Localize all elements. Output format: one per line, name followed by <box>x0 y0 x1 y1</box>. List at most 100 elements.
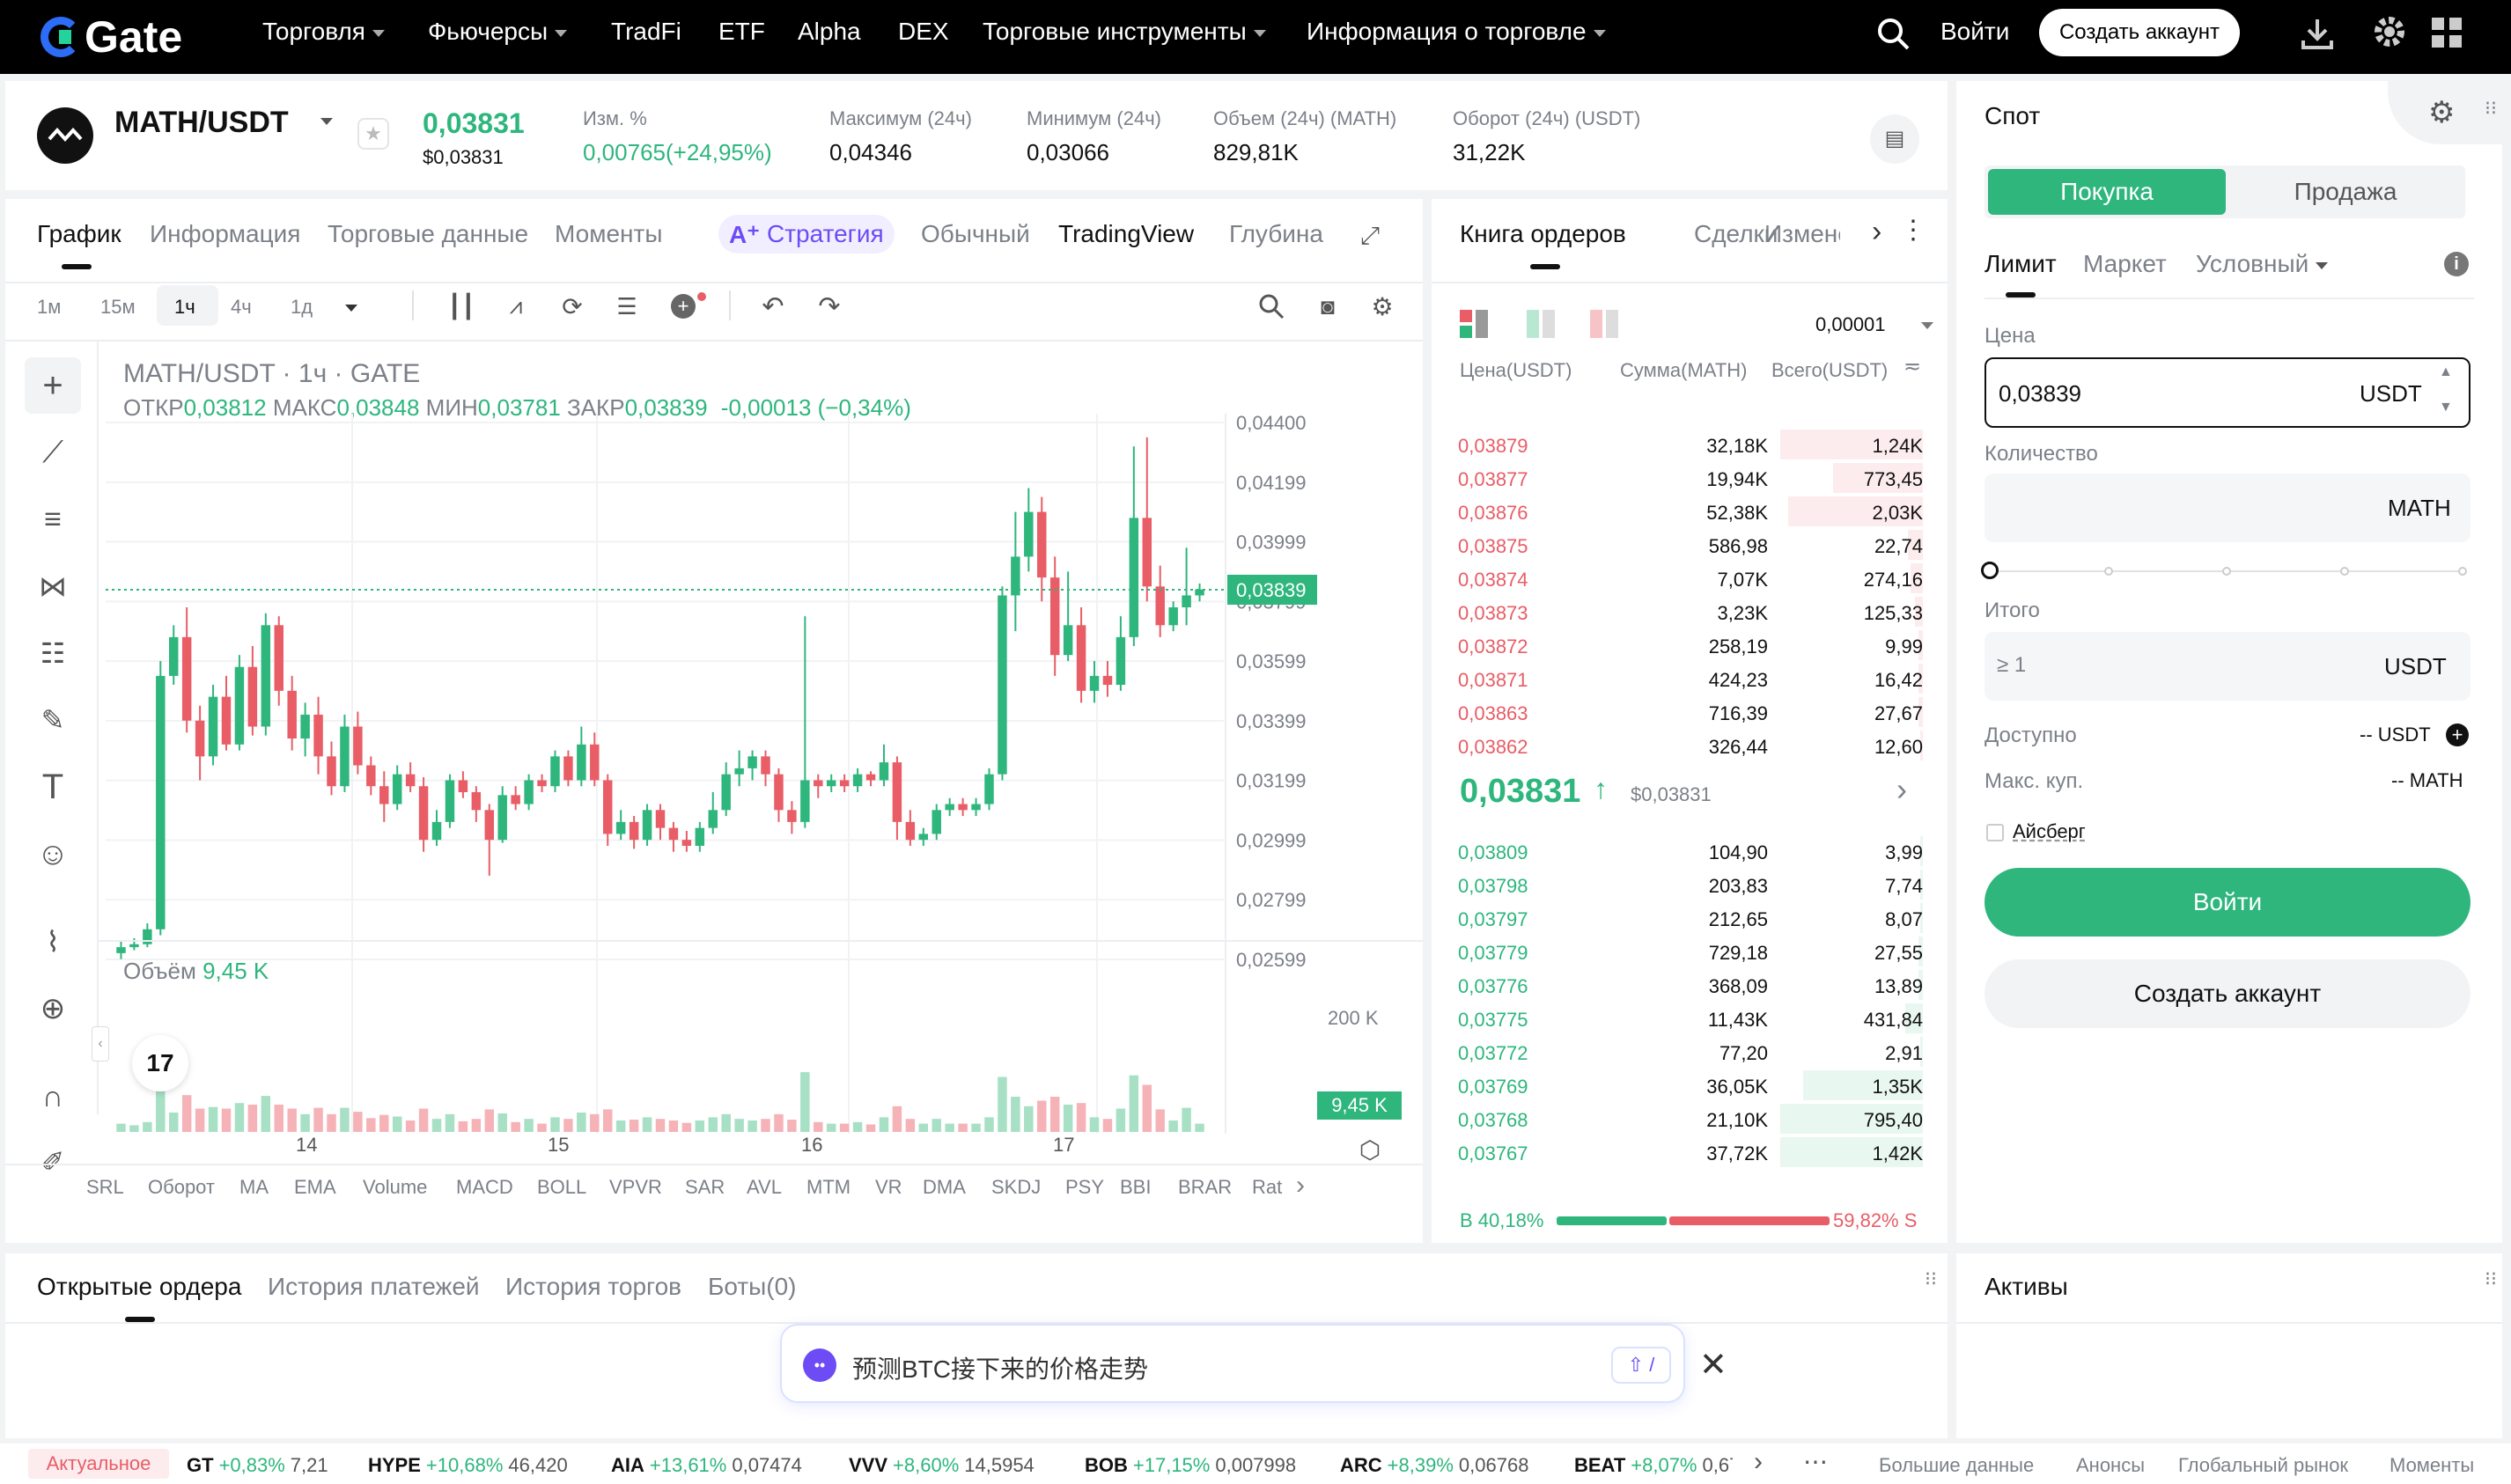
tab-trade-history[interactable]: История торгов <box>505 1273 681 1301</box>
tab-moments[interactable]: Моменты <box>555 220 662 248</box>
nav-tools[interactable]: Торговые инструменты <box>983 18 1266 46</box>
price-input[interactable]: 0,03839 USDT ▲ ▼ <box>1984 357 2470 428</box>
tab-info[interactable]: Информация <box>150 220 300 248</box>
indicator-macd[interactable]: MACD <box>456 1176 513 1199</box>
indicators-icon[interactable]: ⩘ <box>500 290 532 322</box>
slider-stop[interactable] <box>2104 567 2113 576</box>
slider-stop[interactable] <box>2222 567 2231 576</box>
footer-coin[interactable]: ARC +8,39% 0,06768 <box>1340 1454 1528 1477</box>
bid-row[interactable]: 0,03809 104,90 3,99 <box>1458 834 1923 868</box>
bid-row[interactable]: 0,03798 203,83 7,74 <box>1458 868 1923 901</box>
ask-row[interactable]: 0,03874 7,07K 274,16 <box>1458 562 1923 595</box>
pattern-icon[interactable]: ⋈ <box>32 565 74 607</box>
settings-icon[interactable]: ⚙ <box>1366 290 1398 322</box>
indicator-оборот[interactable]: Оборот <box>148 1176 215 1199</box>
bid-row[interactable]: 0,03779 729,18 27,55 <box>1458 935 1923 968</box>
indicator-dma[interactable]: DMA <box>923 1176 966 1199</box>
tab-open-orders[interactable]: Открытые ордера <box>37 1273 241 1301</box>
indicator-rat[interactable]: Rat <box>1252 1176 1287 1199</box>
strategy-button[interactable]: A⁺ Стратегия <box>718 215 895 253</box>
bid-row[interactable]: 0,03775 11,43K 431,84 <box>1458 1002 1923 1035</box>
ask-row[interactable]: 0,03862 326,44 12,60 <box>1458 729 1923 762</box>
drag-handle-icon[interactable]: ⁝⁝ <box>2485 97 2497 120</box>
bid-row[interactable]: 0,03769 36,05K 1,35K <box>1458 1069 1923 1102</box>
close-icon[interactable]: ✕ <box>1699 1345 1727 1385</box>
tab-trade-data[interactable]: Торговые данные <box>328 220 528 248</box>
emoji-icon[interactable]: ☺ <box>32 833 74 875</box>
precision-select[interactable]: 0,00001 <box>1815 313 1886 336</box>
indicator-sar[interactable]: SAR <box>685 1176 725 1199</box>
footer-coin[interactable]: AIA +13,61% 0,07474 <box>611 1454 802 1477</box>
bid-row[interactable]: 0,03772 77,20 2,91 <box>1458 1035 1923 1069</box>
book-icon[interactable]: ▤ <box>1870 114 1919 164</box>
tab-bots[interactable]: Боты(0) <box>708 1273 797 1301</box>
more-vertical-icon[interactable]: ⋮ <box>1900 215 1926 246</box>
chevron-right-icon[interactable]: › <box>1896 771 1907 808</box>
star-favorite-icon[interactable]: ★ <box>357 118 389 150</box>
interval-1h[interactable]: 1ч <box>174 296 195 319</box>
ask-row[interactable]: 0,03877 19,94K 773,45 <box>1458 461 1923 495</box>
pair-dropdown-icon[interactable] <box>320 118 333 125</box>
info-icon[interactable]: i <box>2444 252 2469 276</box>
indicator-volume[interactable]: Volume <box>363 1176 427 1199</box>
ask-row[interactable]: 0,03872 258,19 9,99 <box>1458 628 1923 662</box>
bid-row[interactable]: 0,03768 21,10K 795,40 <box>1458 1102 1923 1135</box>
indicator-vpvr[interactable]: VPVR <box>609 1176 662 1199</box>
ask-row[interactable]: 0,03876 52,38K 2,03K <box>1458 495 1923 528</box>
interval-1d[interactable]: 1д <box>291 296 313 319</box>
book-bids-icon[interactable] <box>1527 310 1557 338</box>
login-link[interactable]: Войти <box>1940 18 2009 46</box>
download-icon[interactable] <box>2300 16 2335 51</box>
ask-row[interactable]: 0,03871 424,23 16,42 <box>1458 662 1923 695</box>
signup-button[interactable]: Создать аккаунт <box>2039 9 2240 56</box>
type-conditional[interactable]: Условный <box>2196 250 2329 278</box>
footer-link-moments[interactable]: Моменты <box>2390 1454 2474 1477</box>
tab-chart[interactable]: График <box>37 220 122 248</box>
indicator-avl[interactable]: AVL <box>747 1176 782 1199</box>
undo-icon[interactable]: ↶ <box>757 290 789 322</box>
gate-logo[interactable]: Gate <box>40 9 182 65</box>
tradingview-logo[interactable]: 17 <box>132 1035 188 1091</box>
nav-info[interactable]: Информация о торговле <box>1307 18 1606 46</box>
chevron-right-icon[interactable]: › <box>1872 215 1881 249</box>
indicator-ema[interactable]: EMA <box>294 1176 336 1199</box>
drag-handle-icon[interactable]: ⁝⁝ <box>1925 1267 1937 1290</box>
indicator-brar[interactable]: BRAR <box>1178 1176 1232 1199</box>
fib-icon[interactable]: ☷ <box>32 632 74 674</box>
footer-coin[interactable]: GT +0,83% 7,21 <box>187 1454 328 1477</box>
ask-row[interactable]: 0,03863 716,39 27,67 <box>1458 695 1923 729</box>
ruler-icon[interactable]: ⌇ <box>32 921 74 963</box>
iceberg-label[interactable]: Айсберг <box>2013 820 2086 843</box>
book-asks-icon[interactable] <box>1590 310 1620 338</box>
alert-add-icon[interactable]: + <box>671 294 696 319</box>
type-limit[interactable]: Лимит <box>1984 250 2057 278</box>
indicator-skdj[interactable]: SKDJ <box>991 1176 1041 1199</box>
slider-stop[interactable] <box>2458 567 2467 576</box>
robot-icon[interactable]: ⚙ <box>2428 95 2455 130</box>
bid-row[interactable]: 0,03797 212,65 8,07 <box>1458 901 1923 935</box>
login-button[interactable]: Войти <box>1984 868 2470 937</box>
trendline-icon[interactable]: ⟋ <box>32 431 74 474</box>
type-market[interactable]: Маркет <box>2083 250 2167 278</box>
redo-icon[interactable]: ↷ <box>814 290 845 322</box>
nav-trade[interactable]: Торговля <box>262 18 385 46</box>
candlestick-chart[interactable]: 0,044000,041990,039990,037990,035990,033… <box>106 414 1317 1134</box>
indicator-srl[interactable]: SRL <box>86 1176 124 1199</box>
ask-row[interactable]: 0,03875 586,98 22,74 <box>1458 528 1923 562</box>
book-both-icon[interactable] <box>1460 310 1490 338</box>
compare-icon[interactable]: ⟳ <box>556 290 588 322</box>
bid-row[interactable]: 0,03776 368,09 13,89 <box>1458 968 1923 1002</box>
footer-coin[interactable]: BOB +17,15% 0,007998 <box>1085 1454 1296 1477</box>
footer-coin[interactable]: VVV +8,60% 14,5954 <box>849 1454 1035 1477</box>
nav-tradfi[interactable]: TradFi <box>611 18 681 46</box>
slider-handle[interactable] <box>1981 562 1999 579</box>
ask-row[interactable]: 0,03879 32,18K 1,24K <box>1458 428 1923 461</box>
buy-tab[interactable]: Покупка <box>1988 169 2226 215</box>
slider-stop[interactable] <box>2340 567 2349 576</box>
footer-coin[interactable]: BEAT+8,07%0,67 <box>1574 1454 1733 1477</box>
indicator-psy[interactable]: PSY <box>1065 1176 1104 1199</box>
text-tool-icon[interactable]: T <box>32 766 74 808</box>
chevron-right-icon[interactable]: › <box>1754 1447 1763 1477</box>
swap-icon[interactable]: ≂ <box>1904 354 1921 379</box>
collapse-tools-icon[interactable]: ‹ <box>92 1026 109 1062</box>
